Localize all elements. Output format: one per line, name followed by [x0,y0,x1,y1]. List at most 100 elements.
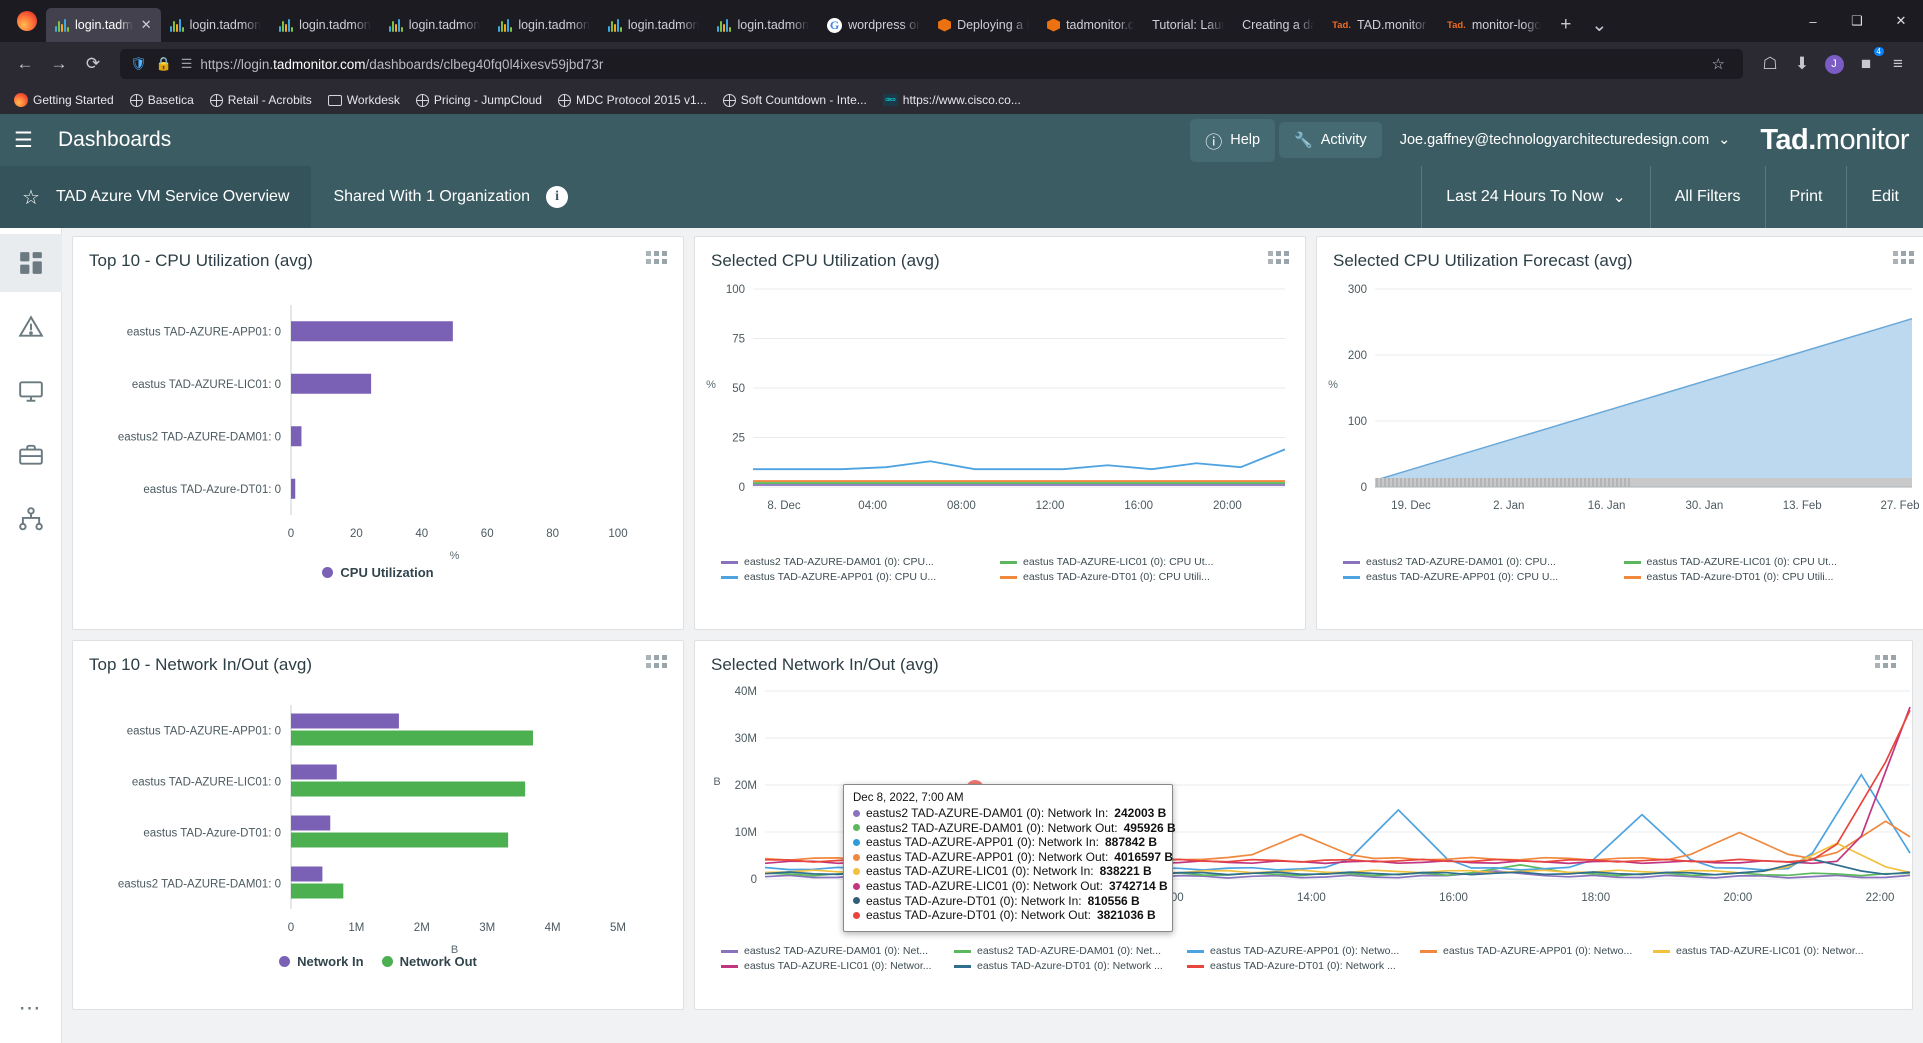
activity-button[interactable]: 🔧 Activity [1279,122,1382,158]
downloads-icon[interactable]: ⬇ [1787,49,1817,79]
legend-item[interactable]: eastus2 TAD-AZURE-DAM01 (0): Net... [721,944,954,959]
legend-item[interactable]: eastus TAD-Azure-DT01 (0): CPU Utili... [1000,570,1279,585]
close-icon[interactable]: ✕ [141,17,152,33]
bookmark-item[interactable]: Workdesk [322,90,406,110]
svg-text:27. Feb: 27. Feb [1881,500,1920,512]
browser-tab[interactable]: login.tadmon [599,8,709,42]
browser-tab[interactable]: Tutorial: Launch a [1143,8,1233,42]
browser-tab[interactable]: login.tadmon [270,8,380,42]
reload-button[interactable]: ⟳ [78,49,108,79]
legend-item[interactable]: eastus TAD-AZURE-APP01 (0): CPU U... [1343,570,1624,585]
app-menu-icon[interactable]: ≡ [1883,49,1913,79]
legend-line [1420,950,1437,953]
sidebar-item-dashboards[interactable] [0,234,62,292]
print-button[interactable]: Print [1764,166,1847,228]
svg-text:100: 100 [1348,416,1367,428]
legend-item[interactable]: eastus TAD-AZURE-APP01 (0): CPU U... [721,570,1000,585]
chart-legend: eastus2 TAD-AZURE-DAM01 (0): CPU... eastu… [695,555,1305,585]
browser-tab[interactable]: login.tadm ✕ [46,8,161,42]
card-top10-cpu: Top 10 - CPU Utilization (avg) 0 20 40 60 80… [72,236,684,630]
legend-item[interactable]: eastus2 TAD-AZURE-DAM01 (0): CPU... [1343,555,1624,570]
legend-item[interactable]: eastus TAD-AZURE-LIC01 (0): Networ... [721,959,954,974]
legend-item[interactable]: eastus2 TAD-AZURE-DAM01 (0): CPU... [721,555,1000,570]
dashboard-toolbar: ☆ TAD Azure VM Service Overview Shared W… [0,166,1923,228]
svg-text:04:00: 04:00 [858,500,887,512]
dashboard-name-segment: ☆ TAD Azure VM Service Overview [0,166,312,228]
minimize-button[interactable]: – [1791,0,1835,42]
bookmark-item[interactable]: MDC Protocol 2015 v1... [552,90,713,110]
browser-tab[interactable]: login.tadmon [489,8,599,42]
svg-text:eastus2 TAD-AZURE-DAM01: 0: eastus2 TAD-AZURE-DAM01: 0 [118,431,281,443]
folder-icon [327,94,342,106]
sidebar-item-devices[interactable] [0,362,62,420]
card-menu-icon[interactable] [646,655,667,668]
close-button[interactable]: ✕ [1879,0,1923,42]
help-button[interactable]: ⓘ Help [1190,118,1276,162]
browser-tab[interactable]: tadmonitor.c [1038,8,1143,42]
legend-item[interactable]: eastus TAD-AZURE-APP01 (0): Netwo... [1420,944,1653,959]
edit-button[interactable]: Edit [1846,166,1923,228]
account-avatar[interactable]: J [1819,49,1849,79]
legend-item[interactable]: eastus TAD-AZURE-LIC01 (0): CPU Ut... [1000,555,1279,570]
legend-item[interactable]: eastus TAD-Azure-DT01 (0): CPU Utili... [1623,570,1905,585]
card-menu-icon[interactable] [646,251,667,264]
time-range-selector[interactable]: Last 24 Hours To Now ⌄ [1421,166,1650,228]
svg-text:20:00: 20:00 [1723,892,1752,904]
legend-item[interactable]: Network Out [381,954,477,969]
user-account-menu[interactable]: Joe.gaffney@technologyarchitecturedesign… [1386,132,1745,148]
hamburger-icon[interactable]: ☰ [14,128,48,153]
legend-item[interactable]: eastus TAD-Azure-DT01 (0): Network ... [1187,959,1420,974]
browser-tab[interactable]: login.tadmon [708,8,818,42]
forward-button[interactable]: → [44,49,74,79]
legend-label: Network In [297,954,364,969]
sidebar-item-services[interactable] [0,426,62,484]
tooltip-value: 838221 B [1099,864,1152,879]
browser-tab[interactable]: Tad. TAD.monitor - [1323,8,1438,42]
permissions-icon[interactable]: ☰ [181,56,193,72]
bookmark-item[interactable]: Retail - Acrobits [204,90,318,110]
legend-label: eastus2 TAD-AZURE-DAM01 (0): CPU... [744,556,934,568]
maximize-button[interactable]: ❑ [1835,0,1879,42]
legend-item[interactable]: eastus2 TAD-AZURE-DAM01 (0): Net... [954,944,1187,959]
bookmark-star-icon[interactable]: ☆ [1704,55,1733,73]
legend-item[interactable]: Network In [279,954,364,969]
new-tab-button[interactable]: + [1550,8,1581,42]
legend-item[interactable]: eastus TAD-AZURE-APP01 (0): Netwo... [1187,944,1420,959]
legend-item[interactable]: CPU Utilization [322,565,434,580]
browser-tab[interactable]: Tad. monitor-logo [1438,8,1550,42]
bookmark-item[interactable]: Basetica [124,90,200,110]
browser-tab[interactable]: login.tadmon [161,8,271,42]
chart-legend: eastus2 TAD-AZURE-DAM01 (0): CPU... eastu… [1317,555,1923,585]
legend-item[interactable]: eastus TAD-AZURE-LIC01 (0): CPU Ut... [1623,555,1905,570]
legend-item[interactable]: eastus TAD-Azure-DT01 (0): Network ... [954,959,1187,974]
browser-tab[interactable]: Deploying a h [929,8,1038,42]
lock-icon[interactable]: 🔒 [156,56,172,72]
sidebar-item-alerts[interactable] [0,298,62,356]
chart-favicon-icon [169,18,184,32]
shield-icon[interactable]: 🛡 [130,56,147,72]
legend-item[interactable]: eastus TAD-AZURE-LIC01 (0): Networ... [1653,944,1886,959]
bookmark-item[interactable]: Soft Countdown - Inte... [717,90,873,110]
sidebar-more-icon[interactable]: ⋯ [19,995,43,1043]
browser-tab[interactable]: Creating a databa [1233,8,1323,42]
tad-favicon-icon: Tad. [1446,19,1466,31]
back-button[interactable]: ← [10,49,40,79]
pocket-icon[interactable]: ☖ [1755,49,1785,79]
bookmark-item[interactable]: Pricing - JumpCloud [410,90,548,110]
extensions-icon[interactable]: ■ 4 [1851,47,1884,79]
browser-tab[interactable]: login.tadmon [380,8,490,42]
tooltip-row: eastus TAD-AZURE-LIC01 (0): Network In: 8… [853,864,1163,879]
svg-text:eastus TAD-AZURE-LIC01: 0: eastus TAD-AZURE-LIC01: 0 [132,777,281,789]
tab-list-button[interactable]: ⌄ [1581,8,1617,42]
all-filters-button[interactable]: All Filters [1649,166,1765,228]
bookmark-item[interactable]: cisco https://www.cisco.co... [877,90,1027,110]
card-menu-icon[interactable] [1893,251,1914,264]
bookmark-item[interactable]: Getting Started [8,90,120,110]
card-menu-icon[interactable] [1875,655,1896,668]
address-bar[interactable]: 🛡 🔒 ☰ https://login.tadmonitor.com/dashb… [120,49,1743,79]
sidebar-item-topology[interactable] [0,490,62,548]
info-icon[interactable]: i [546,186,569,208]
card-menu-icon[interactable] [1268,251,1289,264]
browser-tab[interactable]: Gwordpress on [818,8,929,42]
star-icon[interactable]: ☆ [22,185,40,210]
